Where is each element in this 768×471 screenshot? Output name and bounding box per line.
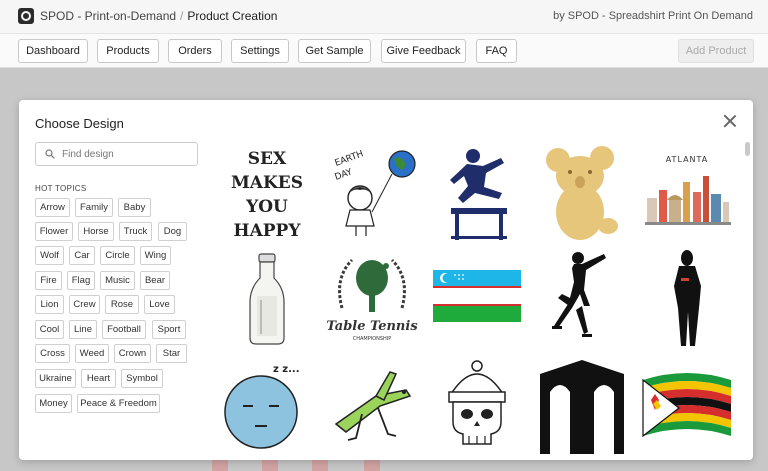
hurdle-jumper-icon — [450, 149, 507, 240]
grasshopper-icon — [334, 371, 412, 441]
app-title[interactable]: SPOD - Print-on-Demand — [40, 9, 176, 23]
tag-car[interactable]: Car — [69, 246, 95, 265]
tag-football[interactable]: Football — [102, 320, 146, 339]
milk-bottle-icon — [249, 253, 285, 345]
tag-music[interactable]: Music — [100, 271, 135, 290]
design-tile[interactable]: Table Tennis CHAMPIONSHIP — [322, 248, 422, 348]
search-input[interactable] — [62, 145, 192, 163]
tag-arrow[interactable]: Arrow — [35, 198, 70, 217]
tag-wolf[interactable]: Wolf — [35, 246, 64, 265]
svg-text:z z...: z z... — [273, 364, 300, 375]
svg-text:SEX: SEX — [248, 149, 287, 169]
nav-faq-button[interactable]: FAQ — [476, 39, 517, 63]
close-icon[interactable] — [723, 114, 737, 128]
nav-get-sample-button[interactable]: Get Sample — [298, 39, 371, 63]
tag-heart[interactable]: Heart — [81, 369, 116, 388]
tag-cool[interactable]: Cool — [35, 320, 64, 339]
design-tile[interactable] — [427, 248, 527, 348]
design-tile[interactable] — [532, 142, 632, 242]
zimbabwe-flag-icon — [642, 373, 731, 438]
tag-money[interactable]: Money — [35, 394, 72, 413]
spod-logo-icon — [18, 8, 34, 24]
design-tile[interactable]: EARTH DAY — [322, 142, 422, 242]
tag-horse[interactable]: Horse — [78, 222, 114, 241]
scrollbar[interactable] — [745, 142, 750, 156]
tag-sport[interactable]: Sport — [152, 320, 186, 339]
nav-give-feedback-button[interactable]: Give Feedback — [381, 39, 466, 63]
sex-makes-you-happy-icon: SEX MAKES YOU HAPPY — [231, 149, 303, 241]
nav-bar: Dashboard Products Orders Settings Get S… — [0, 34, 768, 68]
figure-skater-icon — [552, 252, 606, 337]
svg-text:DAY: DAY — [334, 167, 355, 183]
tag-ukraine[interactable]: Ukraine — [35, 369, 76, 388]
design-tile[interactable] — [532, 354, 632, 454]
svg-text:CHAMPIONSHIP: CHAMPIONSHIP — [353, 336, 392, 342]
tag-symbol[interactable]: Symbol — [121, 369, 163, 388]
tag-bear[interactable]: Bear — [140, 271, 170, 290]
nav-products-button[interactable]: Products — [97, 39, 159, 63]
hot-topics-label: HOT TOPICS — [35, 184, 87, 193]
search-icon — [45, 149, 55, 159]
nav-settings-button[interactable]: Settings — [231, 39, 289, 63]
design-tile[interactable]: ATLANTA — [637, 142, 737, 242]
nav-dashboard-button[interactable]: Dashboard — [18, 39, 88, 63]
tag-cross[interactable]: Cross — [35, 344, 70, 363]
breadcrumb-separator: / — [180, 9, 184, 23]
modal-title: Choose Design — [35, 116, 124, 131]
tag-fire[interactable]: Fire — [35, 271, 62, 290]
page-title: Product Creation — [187, 9, 278, 23]
design-tile[interactable] — [637, 248, 737, 348]
tag-family[interactable]: Family — [75, 198, 113, 217]
design-grid: SEX MAKES YOU HAPPY EARTH DAY ATLANTA Ta… — [217, 142, 737, 460]
tag-weed[interactable]: Weed — [75, 344, 109, 363]
earth-day-girl-icon: EARTH DAY — [334, 149, 416, 236]
design-tile[interactable]: SEX MAKES YOU HAPPY — [217, 142, 317, 242]
tag-crew[interactable]: Crew — [69, 295, 100, 314]
tag-flag[interactable]: Flag — [67, 271, 95, 290]
tag-love[interactable]: Love — [144, 295, 175, 314]
arched-building-icon — [540, 360, 624, 454]
svg-text:EARTH: EARTH — [334, 149, 365, 169]
tag-truck[interactable]: Truck — [119, 222, 152, 241]
koala-icon — [546, 146, 618, 240]
tag-dog[interactable]: Dog — [158, 222, 187, 241]
design-tile[interactable]: z z... — [217, 354, 317, 454]
svg-text:MAKES: MAKES — [231, 173, 303, 193]
tag-baby[interactable]: Baby — [118, 198, 151, 217]
add-product-button[interactable]: Add Product — [678, 39, 754, 63]
svg-text:HAPPY: HAPPY — [234, 221, 302, 241]
skull-beanie-icon — [448, 360, 506, 445]
woman-silhouette-icon — [674, 250, 701, 346]
tag-star[interactable]: Star — [156, 344, 187, 363]
tag-circle[interactable]: Circle — [100, 246, 135, 265]
design-tile[interactable] — [637, 354, 737, 454]
tag-lion[interactable]: Lion — [35, 295, 64, 314]
design-tile[interactable] — [427, 354, 527, 454]
sleeping-face-icon: z z... — [224, 364, 300, 449]
design-tile[interactable] — [532, 248, 632, 348]
tag-peace-and-freedom[interactable]: Peace & Freedom — [77, 394, 160, 413]
svg-text:ATLANTA: ATLANTA — [666, 155, 709, 164]
tag-wing[interactable]: Wing — [140, 246, 171, 265]
nav-orders-button[interactable]: Orders — [168, 39, 222, 63]
svg-text:Table Tennis: Table Tennis — [326, 319, 418, 334]
choose-design-modal: Choose Design HOT TOPICS Arrow Family Ba… — [19, 100, 753, 460]
design-tile[interactable] — [217, 248, 317, 348]
svg-text:YOU: YOU — [245, 197, 288, 217]
table-tennis-emblem-icon: Table Tennis CHAMPIONSHIP — [326, 258, 418, 342]
tag-flower[interactable]: Flower — [35, 222, 73, 241]
tag-line[interactable]: Line — [69, 320, 97, 339]
tag-crown[interactable]: Crown — [114, 344, 151, 363]
breadcrumb: SPOD - Print-on-Demand / Product Creation — [40, 9, 277, 23]
design-tile[interactable] — [427, 142, 527, 242]
byline: by SPOD - Spreadshirt Print On Demand — [553, 10, 753, 22]
tag-rose[interactable]: Rose — [105, 295, 139, 314]
atlanta-skyline-icon: ATLANTA — [645, 155, 731, 225]
design-search[interactable] — [35, 142, 198, 166]
top-bar: SPOD - Print-on-Demand / Product Creation … — [0, 0, 768, 34]
design-tile[interactable] — [322, 354, 422, 454]
uzbekistan-flag-icon — [433, 270, 521, 322]
